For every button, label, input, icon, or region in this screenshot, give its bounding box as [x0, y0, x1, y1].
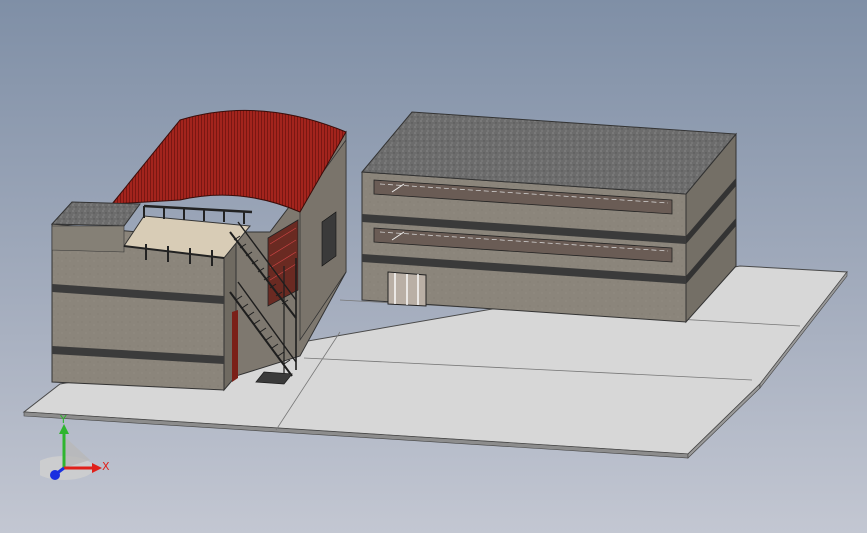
entrance-door[interactable]: [387, 271, 427, 307]
3d-viewport[interactable]: Y X: [0, 0, 867, 533]
model-scene[interactable]: [0, 0, 867, 533]
coordinate-triad: [40, 424, 102, 480]
y-axis-label: Y: [60, 413, 67, 426]
office-building-right[interactable]: [360, 111, 738, 324]
office-building-left[interactable]: [50, 201, 253, 392]
x-axis-label: X: [102, 460, 110, 473]
